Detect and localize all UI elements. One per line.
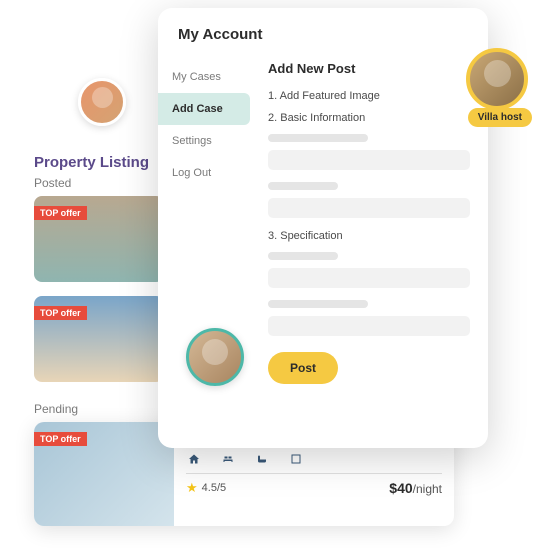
property-image: TOP offer [34, 422, 174, 526]
host-badge: Villa host [468, 108, 532, 127]
star-icon: ★ [186, 480, 198, 496]
field-label-placeholder [268, 252, 338, 260]
bath-icon [254, 453, 270, 465]
sidebar-item-log-out[interactable]: Log Out [158, 157, 250, 189]
rating: ★ 4.5/5 [186, 480, 226, 496]
property-card[interactable]: TOP offer [34, 296, 164, 382]
modal-main: Add New Post 1. Add Featured Image 2. Ba… [250, 55, 488, 445]
avatar [186, 328, 244, 386]
text-input[interactable] [268, 150, 470, 170]
status-label-pending: Pending [34, 402, 78, 416]
text-input[interactable] [268, 268, 470, 288]
section-title: Property Listing [34, 154, 149, 171]
field-label-placeholder [268, 134, 368, 142]
property-card[interactable]: TOP offer [34, 196, 164, 282]
sidebar-item-my-cases[interactable]: My Cases [158, 61, 250, 93]
top-offer-badge: TOP offer [34, 432, 87, 446]
field-label-placeholder [268, 182, 338, 190]
house-icon [186, 453, 202, 465]
top-offer-badge: TOP offer [34, 206, 87, 220]
top-offer-badge: TOP offer [34, 306, 87, 320]
host-avatar[interactable] [466, 48, 528, 110]
sidebar-item-settings[interactable]: Settings [158, 125, 250, 157]
step-label: 3. Specification [268, 230, 470, 242]
text-input[interactable] [268, 198, 470, 218]
area-icon [288, 453, 304, 465]
sidebar-item-add-case[interactable]: Add Case [158, 93, 250, 125]
bed-icon [220, 453, 236, 465]
price: $40/night [389, 480, 442, 496]
step-label: 2. Basic Information [268, 112, 470, 124]
status-label-posted: Posted [34, 176, 71, 190]
step-label: 1. Add Featured Image [268, 90, 470, 102]
amenity-icons [186, 453, 442, 465]
field-label-placeholder [268, 300, 368, 308]
text-input[interactable] [268, 316, 470, 336]
post-button[interactable]: Post [268, 352, 338, 384]
rating-value: 4.5/5 [202, 482, 226, 494]
modal-sidebar: My Cases Add Case Settings Log Out [158, 55, 250, 445]
avatar [78, 78, 126, 126]
form-title: Add New Post [268, 61, 470, 76]
modal-title: My Account [158, 8, 488, 55]
